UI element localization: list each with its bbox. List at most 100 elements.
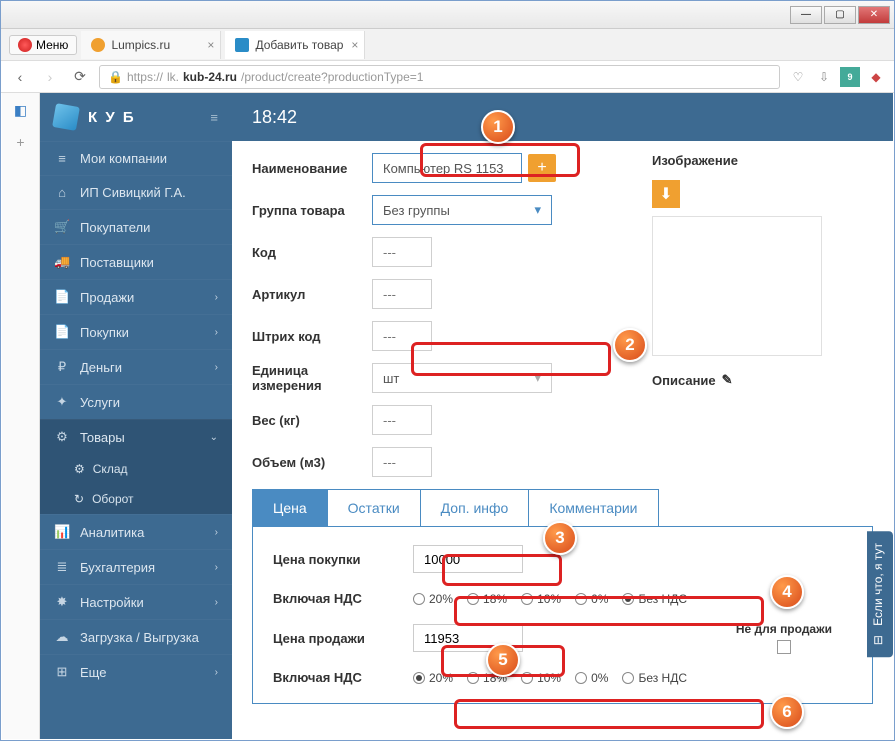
sidebar-item[interactable]: 📊Аналитика›	[40, 514, 232, 549]
tab-close-icon[interactable]: ×	[207, 38, 214, 52]
minimize-button[interactable]: —	[790, 6, 822, 24]
vat-option[interactable]: Без НДС	[622, 592, 687, 606]
sidebar-item-icon: ✸	[54, 594, 70, 610]
url-path: /product/create?productionType=1	[241, 70, 423, 84]
callout-2: 2	[613, 328, 647, 362]
vat-option-label: 0%	[591, 671, 608, 685]
vat-option[interactable]: Без НДС	[622, 671, 687, 685]
sidebar-item[interactable]: 🛒 Покупатели	[40, 209, 232, 244]
sidebar-item-label: Еще	[80, 665, 106, 680]
vat-option[interactable]: 10%	[521, 671, 561, 685]
group-select[interactable]: Без группы ▾	[372, 195, 552, 225]
add-name-button[interactable]: +	[528, 154, 556, 182]
vat-option[interactable]: 20%	[413, 592, 453, 606]
callout-6: 6	[770, 695, 804, 729]
sidebar-item[interactable]: ☁Загрузка / Выгрузка	[40, 619, 232, 654]
chevron-icon: ⌄	[210, 432, 218, 443]
sidebar-item[interactable]: ✦Услуги	[40, 384, 232, 419]
price-tab[interactable]: Комментарии	[528, 489, 658, 526]
add-speed-dial-icon[interactable]: +	[10, 131, 32, 153]
sidebar-item[interactable]: ⌂ИП Сивицкий Г.А.	[40, 175, 232, 209]
vat-option[interactable]: 0%	[575, 592, 608, 606]
address-bar[interactable]: 🔒 https://lk.kub-24.ru/product/create?pr…	[99, 65, 780, 89]
price-tab[interactable]: Доп. инфо	[420, 489, 530, 526]
sidebar-item-icon: ≣	[54, 559, 70, 575]
sidebar-item[interactable]: ⚙Товары⌄	[40, 419, 232, 454]
reload-button[interactable]: ⟳	[69, 66, 91, 88]
vat-option[interactable]: 10%	[521, 592, 561, 606]
vat-option-label: 20%	[429, 592, 453, 606]
brand-logo-icon	[52, 103, 80, 131]
sidebar-item-label: Мои компании	[80, 151, 167, 166]
image-label: Изображение	[652, 153, 822, 168]
not-for-sale-label: Не для продажи	[736, 622, 832, 636]
not-for-sale-checkbox[interactable]	[777, 640, 791, 654]
download-icon[interactable]: ⇩	[814, 67, 834, 87]
vat-sell-label: Включая НДС	[273, 670, 413, 685]
sidebar-item[interactable]: ⊞Еще›	[40, 654, 232, 689]
sidebar-item[interactable]: 🚚Поставщики	[40, 244, 232, 279]
vat-buy-label: Включая НДС	[273, 591, 413, 606]
lock-icon: 🔒	[108, 70, 123, 84]
sidebar-item-icon: ⌂	[54, 185, 70, 200]
sidebar-subitem-label: Оборот	[92, 492, 133, 506]
sidebar-item-icon: 📊	[54, 524, 70, 540]
vat-option[interactable]: 0%	[575, 671, 608, 685]
radio-icon	[575, 593, 587, 605]
back-button[interactable]: ‹	[9, 66, 31, 88]
sidebar-collapse-icon[interactable]: ≡	[210, 110, 218, 125]
callout-3: 3	[543, 521, 577, 555]
code-input[interactable]	[372, 237, 432, 267]
sidebar-item-icon: 🚚	[54, 254, 70, 270]
brand[interactable]: К У Б ≡	[40, 93, 232, 141]
sidebar-item[interactable]: ≡Мои компании	[40, 141, 232, 175]
tab-close-icon[interactable]: ×	[351, 38, 358, 52]
sidebar-item[interactable]: ≣Бухгалтерия›	[40, 549, 232, 584]
article-label: Артикул	[252, 287, 372, 302]
code-label: Код	[252, 245, 372, 260]
opera-menu-button[interactable]: Меню	[9, 35, 77, 55]
maximize-button[interactable]: ▢	[824, 6, 856, 24]
edit-icon[interactable]: ✎	[722, 372, 733, 388]
sidebar-item[interactable]: ₽Деньги›	[40, 349, 232, 384]
upload-image-button[interactable]: ⬇	[652, 180, 680, 208]
brand-text: К У Б	[88, 109, 136, 126]
chevron-icon: ›	[215, 527, 218, 538]
vat-option-label: Без НДС	[638, 592, 687, 606]
sidebar-item-icon: ☁	[54, 629, 70, 645]
buy-price-input[interactable]	[413, 545, 523, 573]
sidebar-item-label: Покупатели	[80, 220, 150, 235]
sidebar-item[interactable]: 📄Продажи›	[40, 279, 232, 314]
weight-input[interactable]	[372, 405, 432, 435]
sidebar-subitem[interactable]: ⚙Склад	[40, 454, 232, 484]
vat-option[interactable]: 20%	[413, 671, 453, 685]
vat-option[interactable]: 18%	[467, 592, 507, 606]
ext-icon[interactable]: 9	[840, 67, 860, 87]
bookmark-icon[interactable]: ♡	[788, 67, 808, 87]
sidebar-item-label: Продажи	[80, 290, 134, 305]
ext-icon[interactable]: ◆	[866, 67, 886, 87]
barcode-input[interactable]	[372, 321, 432, 351]
sidebar-subitem[interactable]: ↻Оборот	[40, 484, 232, 514]
price-tab[interactable]: Остатки	[327, 489, 421, 526]
sidebar-item[interactable]: 📄Покупки›	[40, 314, 232, 349]
vat-option-label: Без НДС	[638, 671, 687, 685]
image-placeholder[interactable]	[652, 216, 822, 356]
help-tab[interactable]: ⊟ Если что, я тут	[867, 531, 893, 657]
forward-button[interactable]: ›	[39, 66, 61, 88]
browser-tab[interactable]: Добавить товар ×	[225, 31, 365, 59]
volume-input[interactable]	[372, 447, 432, 477]
unit-select[interactable]: шт ▾	[372, 363, 552, 393]
sidebar-toggle-icon[interactable]: ◧	[10, 99, 32, 121]
chevron-icon: ›	[215, 292, 218, 303]
chevron-down-icon: ▾	[534, 202, 541, 218]
close-button[interactable]: ✕	[858, 6, 890, 24]
article-input[interactable]	[372, 279, 432, 309]
sidebar-item-icon: 🛒	[54, 219, 70, 235]
sidebar-item[interactable]: ✸Настройки›	[40, 584, 232, 619]
price-tab[interactable]: Цена	[252, 489, 328, 526]
sidebar-item-icon: ⊞	[54, 664, 70, 680]
browser-tab[interactable]: Lumpics.ru ×	[81, 31, 221, 59]
name-input[interactable]	[372, 153, 522, 183]
vat-option-label: 0%	[591, 592, 608, 606]
